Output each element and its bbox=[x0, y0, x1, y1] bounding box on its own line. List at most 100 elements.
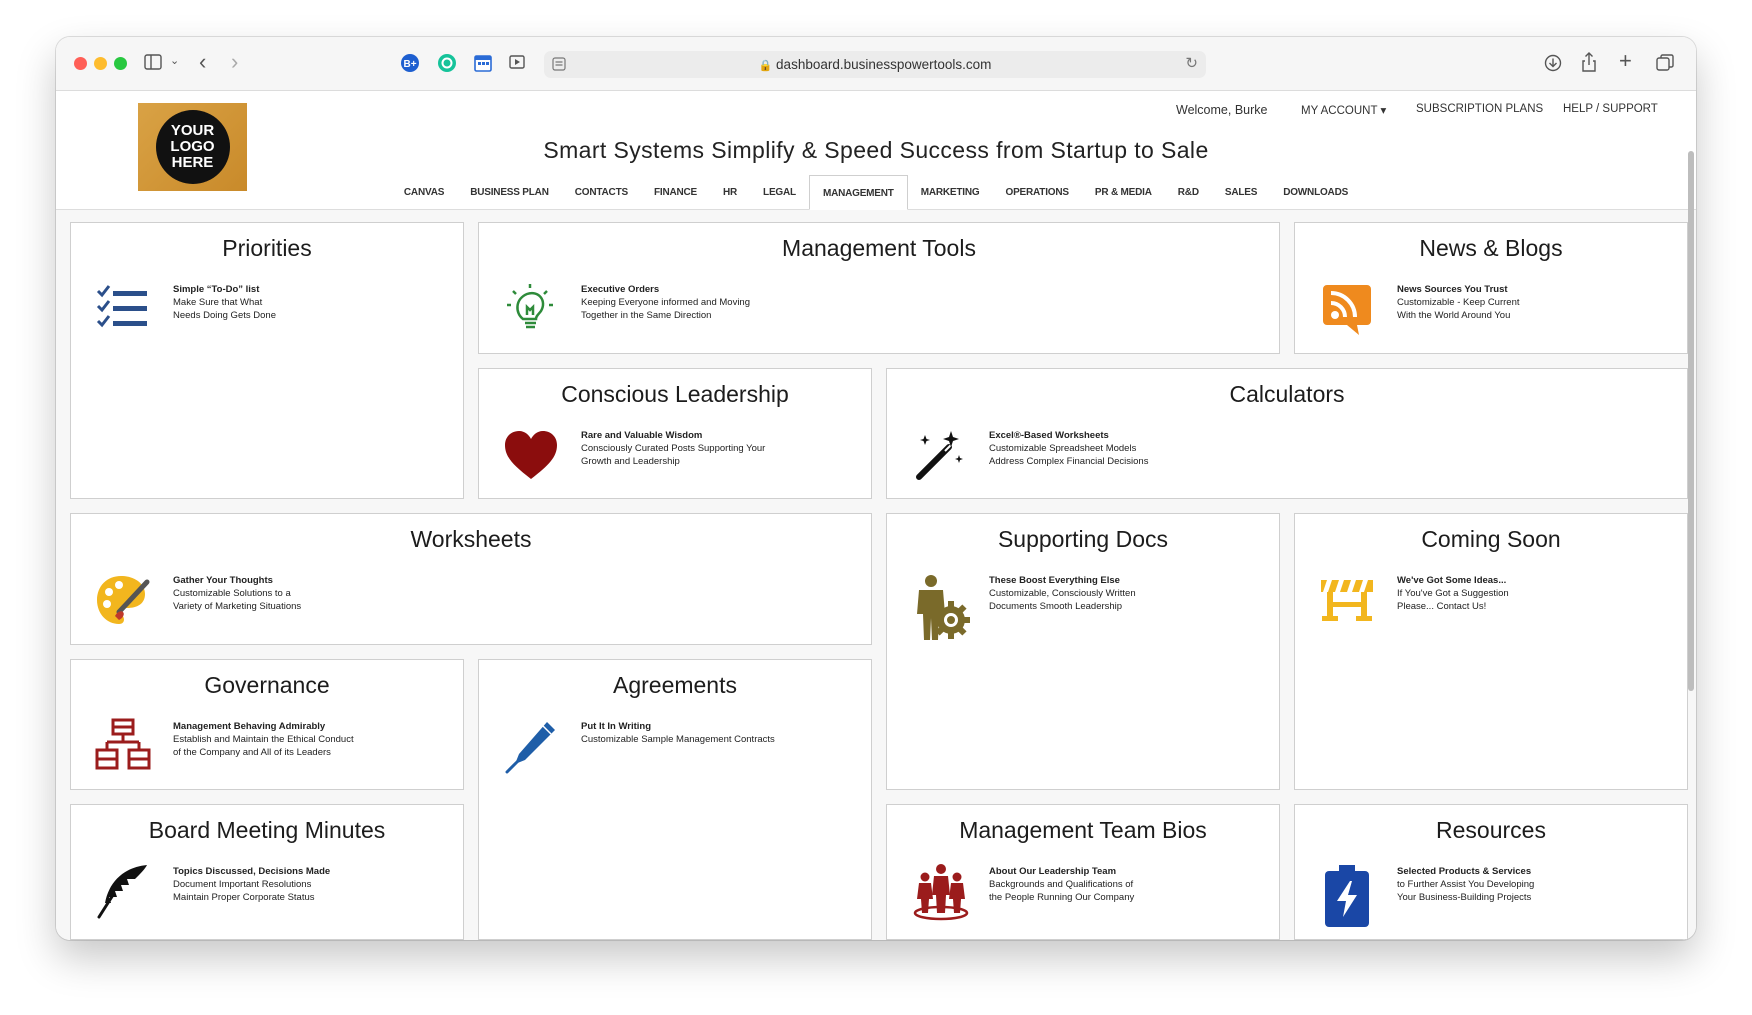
card-line-1: If You've Got a Suggestion bbox=[1397, 588, 1509, 599]
forward-icon[interactable]: › bbox=[231, 51, 238, 73]
card-coming-soon[interactable]: Coming Soon We've Got Some Ideas... If Y… bbox=[1294, 513, 1688, 790]
card-calculators[interactable]: Calculators Excel®-Based Worksheets Cust… bbox=[886, 368, 1688, 499]
tabs-overview-icon[interactable] bbox=[1656, 54, 1674, 75]
org-chart-icon bbox=[95, 718, 151, 774]
tab-hr[interactable]: HR bbox=[710, 175, 750, 210]
chevron-down-icon[interactable]: ⌄ bbox=[170, 56, 179, 67]
tab-pr-media[interactable]: PR & MEDIA bbox=[1082, 175, 1165, 210]
tab-business-plan[interactable]: BUSINESS PLAN bbox=[457, 175, 562, 210]
card-line-1: Customizable Sample Management Contracts bbox=[581, 734, 775, 745]
card-subtitle: News Sources You Trust bbox=[1397, 284, 1508, 295]
zoom-window-button[interactable] bbox=[114, 57, 127, 70]
pen-icon bbox=[503, 718, 559, 774]
card-title: Calculators bbox=[1229, 381, 1345, 407]
tab-rd[interactable]: R&D bbox=[1165, 175, 1212, 210]
palette-icon bbox=[95, 572, 151, 628]
barrier-icon bbox=[1319, 572, 1375, 628]
card-conscious-leadership[interactable]: Conscious Leadership Rare and Valuable W… bbox=[478, 368, 872, 499]
card-line-2: Address Complex Financial Decisions bbox=[989, 456, 1149, 467]
card-description: Management Behaving Admirably Establish … bbox=[173, 720, 354, 759]
tab-marketing[interactable]: MARKETING bbox=[908, 175, 993, 210]
card-subtitle: We've Got Some Ideas... bbox=[1397, 575, 1507, 586]
tab-contacts[interactable]: CONTACTS bbox=[562, 175, 641, 210]
card-subtitle: Executive Orders bbox=[581, 284, 660, 295]
card-title: Coming Soon bbox=[1421, 526, 1561, 552]
card-line-1: Backgrounds and Qualifications of bbox=[989, 879, 1134, 890]
card-worksheets[interactable]: Worksheets Gather Your Thoughts Customiz… bbox=[70, 513, 872, 645]
card-news-blogs[interactable]: News & Blogs News Sources You Trust Cust… bbox=[1294, 222, 1688, 354]
card-subtitle: Management Behaving Admirably bbox=[173, 721, 326, 732]
sidebar-icon[interactable] bbox=[144, 54, 162, 73]
card-title: Management Team Bios bbox=[959, 817, 1207, 843]
card-title: Resources bbox=[1436, 817, 1546, 843]
url-text: dashboard.businesspowertools.com bbox=[776, 57, 992, 72]
close-window-button[interactable] bbox=[74, 57, 87, 70]
card-line-2: Variety of Marketing Situations bbox=[173, 601, 302, 612]
card-description: About Our Leadership Team Backgrounds an… bbox=[989, 865, 1134, 904]
tab-sales[interactable]: SALES bbox=[1212, 175, 1270, 210]
main-nav: CANVAS BUSINESS PLAN CONTACTS FINANCE HR… bbox=[56, 175, 1696, 210]
card-agreements[interactable]: Agreements Put It In Writing Customizabl… bbox=[478, 659, 872, 940]
card-description: News Sources You Trust Customizable - Ke… bbox=[1397, 283, 1520, 322]
card-board-meeting-minutes[interactable]: Board Meeting Minutes Topics Discussed, … bbox=[70, 804, 464, 940]
help-support-link[interactable]: HELP / SUPPORT bbox=[1563, 103, 1658, 115]
card-resources[interactable]: Resources Selected Products & Services t… bbox=[1294, 804, 1688, 940]
card-subtitle: Rare and Valuable Wisdom bbox=[581, 430, 703, 441]
card-line-1: Customizable, Consciously Written bbox=[989, 588, 1136, 599]
download-icon[interactable] bbox=[1544, 54, 1562, 75]
tab-legal[interactable]: LEGAL bbox=[750, 175, 809, 210]
card-supporting-docs[interactable]: Supporting Docs These Boost Everything E… bbox=[886, 513, 1280, 790]
card-line-1: Customizable - Keep Current bbox=[1397, 297, 1520, 308]
heart-icon bbox=[503, 427, 559, 483]
card-subtitle: Topics Discussed, Decisions Made bbox=[173, 866, 331, 877]
lock-icon: 🔒 bbox=[758, 60, 773, 72]
card-governance[interactable]: Governance Management Behaving Admirably… bbox=[70, 659, 464, 790]
media-extension-icon[interactable] bbox=[509, 54, 527, 75]
card-line-2: Please... Contact Us! bbox=[1397, 601, 1487, 612]
card-description: We've Got Some Ideas... If You've Got a … bbox=[1397, 574, 1509, 613]
card-line-1: Establish and Maintain the Ethical Condu… bbox=[173, 734, 354, 745]
card-priorities[interactable]: Priorities Simple “To-Do” list Make Sure… bbox=[70, 222, 464, 499]
checklist-icon bbox=[95, 281, 151, 337]
browser-window: ⌄ ‹ › B+ 🔒 dashboard.businesspowertools.… bbox=[56, 37, 1696, 940]
card-line-2: Needs Doing Gets Done bbox=[173, 310, 276, 321]
card-subtitle: Simple “To-Do” list bbox=[173, 284, 260, 295]
grammarly-extension-icon[interactable] bbox=[437, 53, 457, 76]
card-description: Gather Your Thoughts Customizable Soluti… bbox=[173, 574, 301, 613]
new-tab-icon[interactable]: + bbox=[1619, 50, 1632, 72]
tab-canvas[interactable]: CANVAS bbox=[391, 175, 457, 210]
back-icon[interactable]: ‹ bbox=[199, 51, 206, 73]
subscription-plans-link[interactable]: SUBSCRIPTION PLANS bbox=[1416, 103, 1543, 115]
card-description: Simple “To-Do” list Make Sure that What … bbox=[173, 283, 276, 322]
team-icon bbox=[911, 863, 969, 921]
card-subtitle: These Boost Everything Else bbox=[989, 575, 1120, 586]
quill-icon bbox=[95, 863, 151, 919]
tab-finance[interactable]: FINANCE bbox=[641, 175, 710, 210]
bplus-extension-icon[interactable]: B+ bbox=[400, 53, 420, 76]
card-management-tools[interactable]: Management Tools Executive Orders Keepin… bbox=[478, 222, 1280, 354]
tab-downloads[interactable]: DOWNLOADS bbox=[1270, 175, 1361, 210]
person-gear-icon bbox=[911, 574, 970, 644]
calendar-extension-icon[interactable] bbox=[473, 53, 493, 76]
tab-management[interactable]: MANAGEMENT bbox=[808, 175, 908, 210]
card-line-1: Customizable Spreadsheet Models bbox=[989, 443, 1137, 454]
card-title: Supporting Docs bbox=[997, 526, 1169, 552]
address-bar[interactable]: 🔒 dashboard.businesspowertools.com ↻ bbox=[544, 51, 1206, 78]
page-scrollbar[interactable] bbox=[1688, 151, 1694, 691]
card-title: News & Blogs bbox=[1419, 235, 1563, 261]
reload-icon[interactable]: ↻ bbox=[1185, 56, 1198, 71]
card-line-2: Documents Smooth Leadership bbox=[989, 601, 1123, 612]
minimize-window-button[interactable] bbox=[94, 57, 107, 70]
card-line-1: to Further Assist You Developing bbox=[1397, 879, 1535, 890]
card-subtitle: Gather Your Thoughts bbox=[173, 575, 273, 586]
card-line-1: Keeping Everyone informed and Moving bbox=[581, 297, 750, 308]
tab-operations[interactable]: OPERATIONS bbox=[992, 175, 1081, 210]
rss-icon bbox=[1319, 281, 1375, 337]
card-management-team-bios[interactable]: Management Team Bios About Our Leadershi… bbox=[886, 804, 1280, 940]
share-icon[interactable] bbox=[1581, 52, 1597, 75]
my-account-menu[interactable]: MY ACCOUNT ▾ bbox=[1301, 103, 1386, 117]
lightbulb-icon bbox=[503, 281, 559, 337]
page-content: YOUR LOGO HERE Welcome, Burke MY ACCOUNT… bbox=[56, 91, 1696, 940]
card-description: Excel®-Based Worksheets Customizable Spr… bbox=[989, 429, 1148, 468]
card-subtitle: About Our Leadership Team bbox=[989, 866, 1117, 877]
